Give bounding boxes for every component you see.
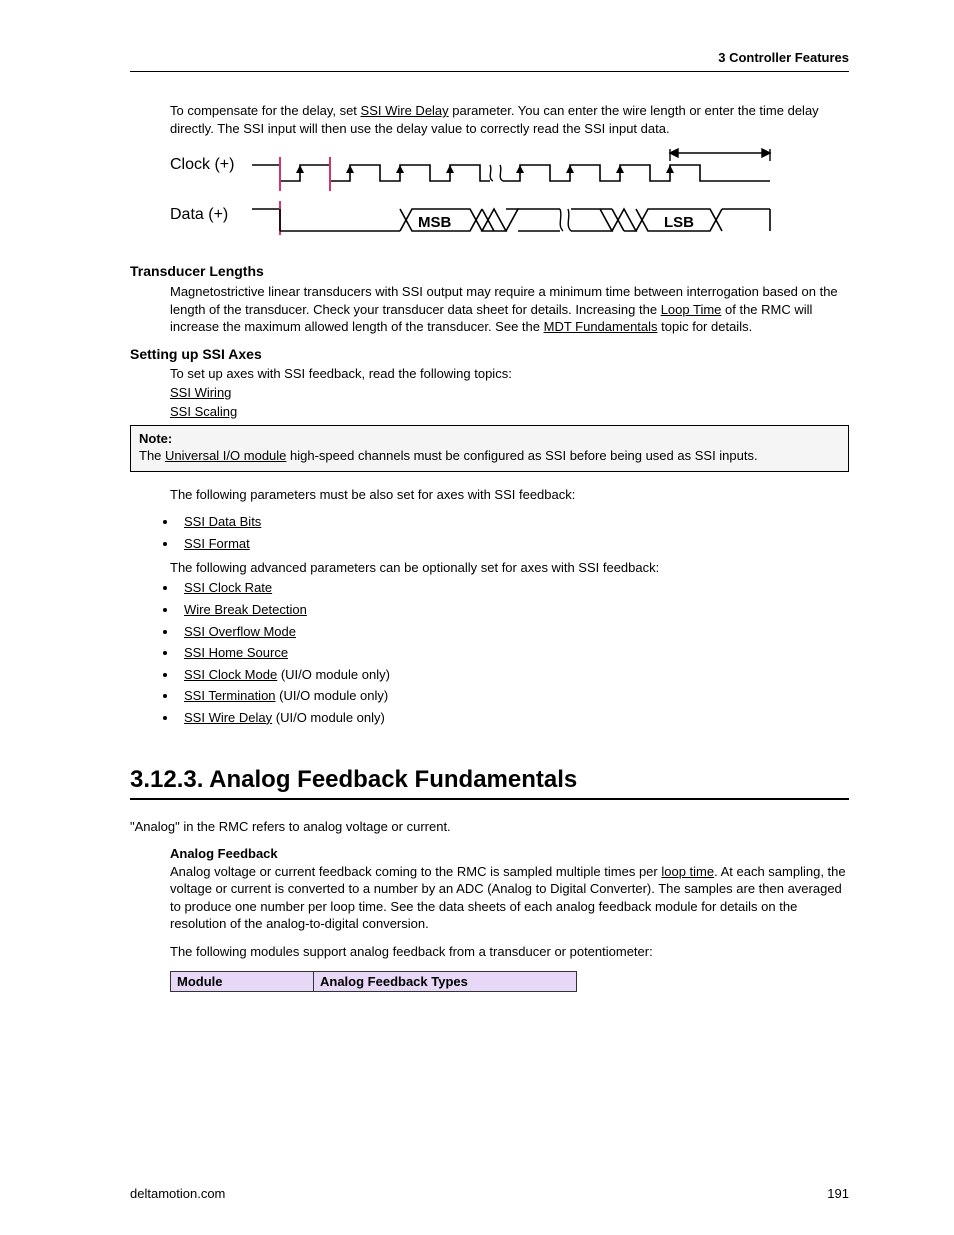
- setup-ssi-intro: To set up axes with SSI feedback, read t…: [130, 366, 849, 381]
- link-ssi-data-bits[interactable]: SSI Data Bits: [184, 514, 261, 529]
- list-item: SSI Clock Rate: [178, 579, 849, 597]
- page-footer: deltamotion.com 191: [130, 1186, 849, 1201]
- lsb-label: LSB: [664, 214, 694, 231]
- link-loop-time[interactable]: Loop Time: [661, 302, 722, 317]
- page-header: 3 Controller Features: [130, 50, 849, 72]
- list-item: SSI Clock Mode (UI/O module only): [178, 666, 849, 684]
- suffix: (UI/O module only): [272, 710, 385, 725]
- link-ssi-scaling[interactable]: SSI Scaling: [170, 404, 237, 419]
- link-ssi-wire-delay[interactable]: SSI Wire Delay: [361, 103, 449, 118]
- list-item: SSI Overflow Mode: [178, 623, 849, 641]
- section-title-analog-feedback: 3.12.3. Analog Feedback Fundamentals: [130, 766, 849, 800]
- af-text-a: Analog voltage or current feedback comin…: [170, 864, 661, 879]
- link-loop-time-2[interactable]: loop time: [661, 864, 714, 879]
- page-content: To compensate for the delay, set SSI Wir…: [130, 100, 849, 1166]
- transducer-lengths-paragraph: Magnetostrictive linear transducers with…: [130, 283, 849, 336]
- suffix: (UI/O module only): [277, 667, 390, 682]
- page-number: 191: [827, 1186, 849, 1201]
- note-box: Note: The Universal I/O module high-spee…: [130, 425, 849, 472]
- suffix: (UI/O module only): [276, 688, 389, 703]
- link-ssi-wiring[interactable]: SSI Wiring: [170, 385, 231, 400]
- list-item: SSI Wire Delay (UI/O module only): [178, 709, 849, 727]
- msb-label: MSB: [418, 214, 452, 231]
- footer-url: deltamotion.com: [130, 1186, 225, 1201]
- list-item: SSI Termination (UI/O module only): [178, 687, 849, 705]
- analog-feedback-p2: The following modules support analog fee…: [130, 943, 849, 961]
- list-item: SSI Home Source: [178, 644, 849, 662]
- analog-intro: "Analog" in the RMC refers to analog vol…: [130, 818, 849, 836]
- link-ssi-termination[interactable]: SSI Termination: [184, 688, 276, 703]
- heading-transducer-lengths: Transducer Lengths: [130, 263, 849, 279]
- params-optional-intro: The following advanced parameters can be…: [170, 560, 849, 575]
- analog-feedback-p1: Analog voltage or current feedback comin…: [130, 863, 849, 933]
- list-item: SSI Data Bits: [178, 513, 849, 531]
- intro-paragraph: To compensate for the delay, set SSI Wir…: [130, 102, 849, 137]
- heading-analog-feedback: Analog Feedback: [130, 846, 849, 861]
- link-mdt-fundamentals[interactable]: MDT Fundamentals: [544, 319, 658, 334]
- link-ssi-clock-mode[interactable]: SSI Clock Mode: [184, 667, 277, 682]
- link-ssi-home-source[interactable]: SSI Home Source: [184, 645, 288, 660]
- list-item: Wire Break Detection: [178, 601, 849, 619]
- tl-text-c: topic for details.: [658, 319, 753, 334]
- heading-setup-ssi-axes: Setting up SSI Axes: [130, 346, 849, 362]
- note-text-a: The: [139, 448, 165, 463]
- link-ssi-wire-delay-opt[interactable]: SSI Wire Delay: [184, 710, 272, 725]
- link-ssi-overflow-mode[interactable]: SSI Overflow Mode: [184, 624, 296, 639]
- list-item: SSI Format: [178, 535, 849, 553]
- link-universal-io-module[interactable]: Universal I/O module: [165, 448, 286, 463]
- link-ssi-clock-rate[interactable]: SSI Clock Rate: [184, 580, 272, 595]
- clock-label: Clock (+): [170, 156, 234, 173]
- table-header-types: Analog Feedback Types: [314, 971, 577, 991]
- table-header-module: Module: [171, 971, 314, 991]
- note-label: Note:: [139, 431, 172, 446]
- timing-diagram: Clock (+) Data (+): [130, 147, 849, 247]
- link-ssi-format[interactable]: SSI Format: [184, 536, 250, 551]
- data-label: Data (+): [170, 206, 228, 223]
- intro-text-pre: To compensate for the delay, set: [170, 103, 361, 118]
- analog-feedback-table: Module Analog Feedback Types: [170, 971, 577, 992]
- link-wire-break-detection[interactable]: Wire Break Detection: [184, 602, 307, 617]
- params-must-intro: The following parameters must be also se…: [130, 486, 849, 504]
- note-text-b: high-speed channels must be configured a…: [286, 448, 757, 463]
